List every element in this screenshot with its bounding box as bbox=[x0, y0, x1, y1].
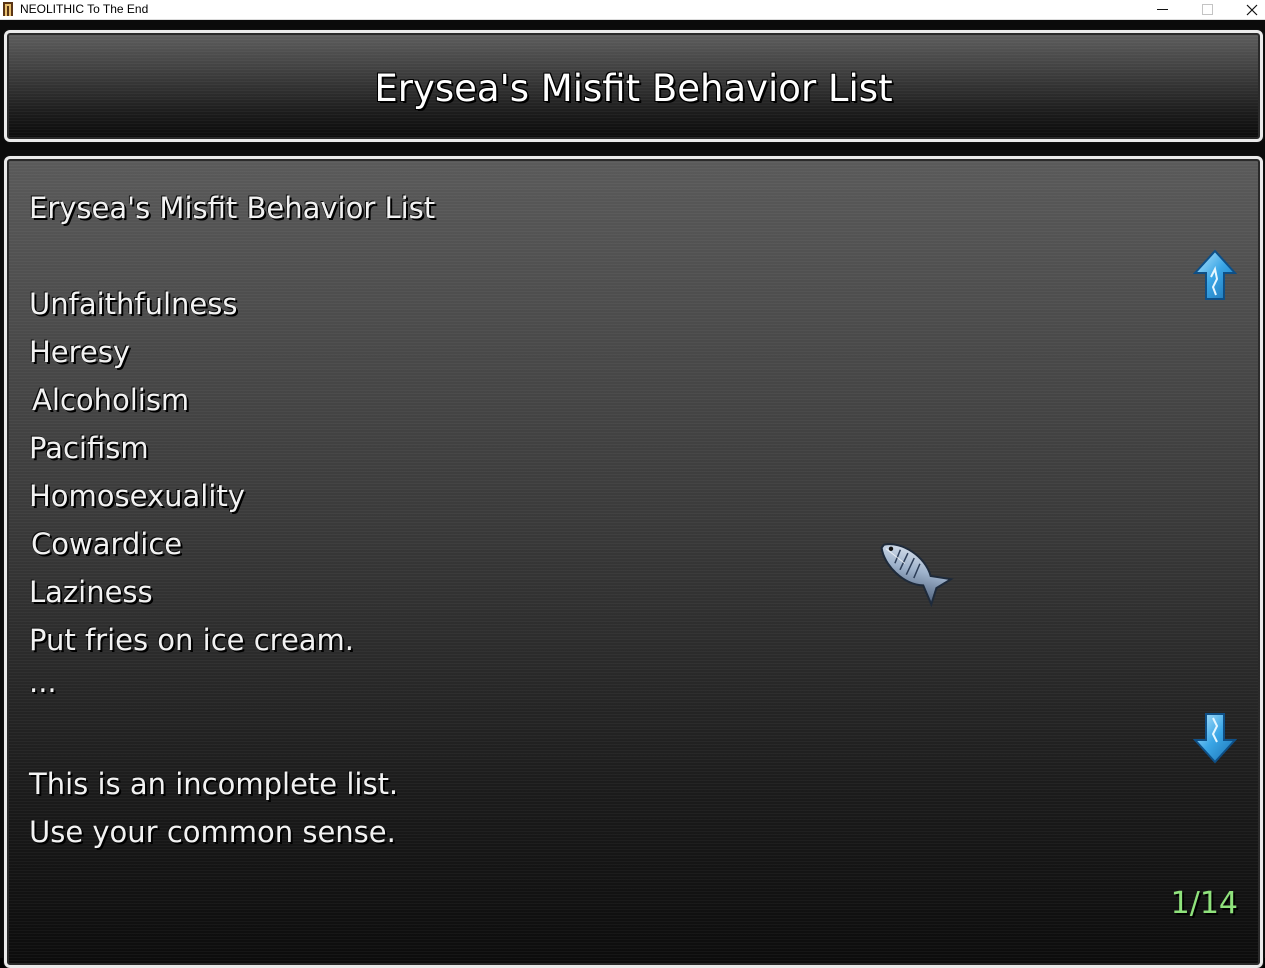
window-title: NEOLITHIC To The End bbox=[20, 2, 149, 16]
minimize-icon bbox=[1156, 9, 1168, 10]
app-icon bbox=[3, 2, 13, 16]
close-button[interactable] bbox=[1230, 0, 1265, 19]
list-item: Laziness bbox=[29, 575, 153, 609]
list-item: Unfaithfulness bbox=[29, 287, 238, 321]
header-title: Erysea's Misfit Behavior List bbox=[374, 67, 893, 110]
arrow-up-icon[interactable] bbox=[1193, 249, 1237, 301]
note-line: Use your common sense. bbox=[29, 815, 396, 849]
fish-cursor-icon bbox=[880, 543, 954, 608]
maximize-button[interactable] bbox=[1185, 0, 1229, 19]
list-item: Put fries on ice cream. bbox=[29, 623, 355, 657]
header-window: Erysea's Misfit Behavior List bbox=[4, 30, 1263, 142]
game-screen: Erysea's Misfit Behavior List Erysea's M… bbox=[0, 20, 1265, 968]
list-item: ... bbox=[29, 665, 57, 699]
maximize-icon bbox=[1201, 4, 1213, 15]
document-heading: Erysea's Misfit Behavior List bbox=[29, 191, 436, 225]
list-item: Alcoholism bbox=[32, 383, 190, 417]
minimize-button[interactable] bbox=[1140, 0, 1184, 19]
list-item: Heresy bbox=[29, 335, 131, 369]
page-counter: 1/14 bbox=[1170, 886, 1238, 921]
close-icon bbox=[1246, 4, 1258, 15]
list-item: Cowardice bbox=[31, 527, 183, 561]
list-item: Pacifism bbox=[29, 431, 149, 465]
note-line: This is an incomplete list. bbox=[29, 767, 399, 801]
document-window[interactable]: Erysea's Misfit Behavior List Unfaithful… bbox=[4, 156, 1263, 968]
list-item: Homosexuality bbox=[29, 479, 245, 513]
window-titlebar: NEOLITHIC To The End bbox=[0, 0, 1265, 20]
arrow-down-icon[interactable] bbox=[1193, 712, 1237, 764]
